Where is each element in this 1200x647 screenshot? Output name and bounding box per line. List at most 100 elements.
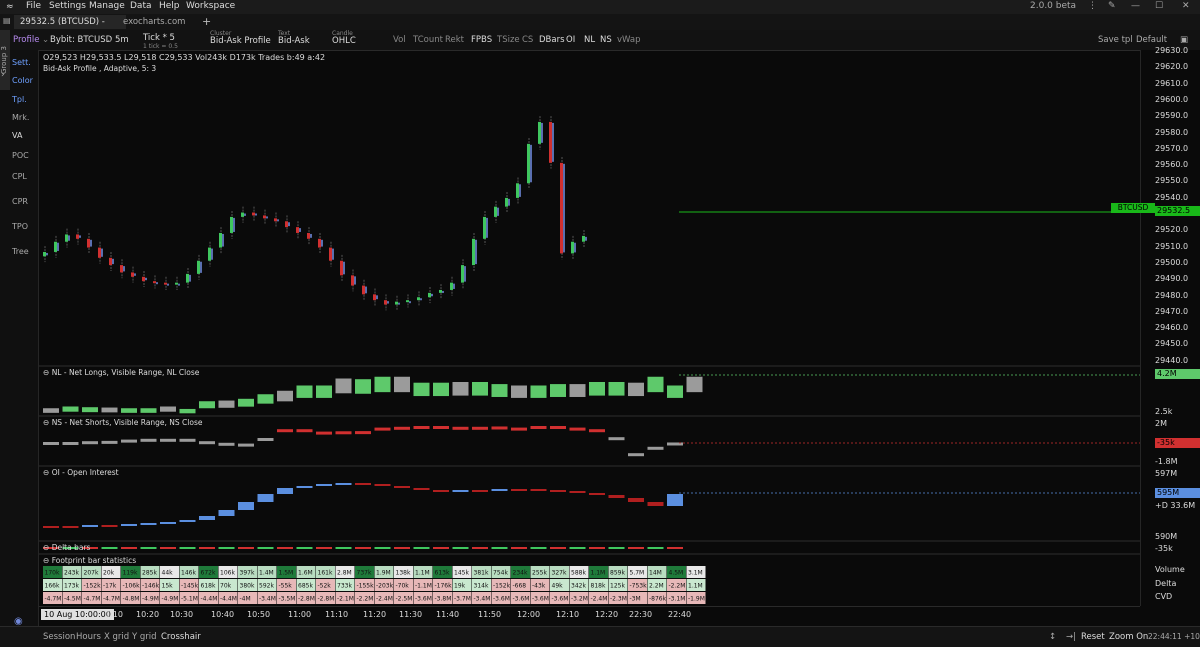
footprint-cell-text: -1.9M <box>688 596 705 603</box>
price-axis-label: 29540.0 <box>1155 192 1189 202</box>
toggle-tcount[interactable]: TCount <box>413 30 443 50</box>
chart-area[interactable]: 170k 243k 207k 20k 119k 285k 44k 146k 672k 106k 39… <box>39 50 1140 606</box>
time-axis[interactable]: 10 Aug 10:00:00 0:10 10:20 10:30 10:40 10:50… <box>39 606 1140 627</box>
sidebar-item-markers[interactable]: Mrk. <box>12 113 29 122</box>
toggle-cs[interactable]: CS <box>522 30 533 50</box>
panel-collapse-icon[interactable]: ⊖ <box>43 368 49 377</box>
cluster-select[interactable]: Bid-Ask Profile <box>210 34 271 48</box>
new-tab-button[interactable]: + <box>196 15 217 29</box>
price-axis-label: 29630.0 <box>1155 46 1189 55</box>
toggle-tsize[interactable]: TSize <box>497 30 520 50</box>
tab-exocharts[interactable]: exocharts.com <box>117 15 189 29</box>
toggle-vol[interactable]: Vol <box>393 30 406 50</box>
vertical-scale-icon[interactable]: ↕ <box>1049 627 1056 647</box>
zoom-toggle[interactable]: Zoom On <box>1109 627 1148 647</box>
delta-bar <box>608 547 625 549</box>
menu-help[interactable]: Help <box>159 1 180 11</box>
symbol-select[interactable]: Bybit: BTCUSD <box>50 30 112 50</box>
time-axis-label: 0:10 <box>105 610 123 619</box>
candle-bid-profile <box>384 300 387 305</box>
maximize-icon[interactable]: ☐ <box>1155 1 1163 11</box>
toggle-nl[interactable]: NL <box>584 30 595 50</box>
nl-bar <box>277 390 293 402</box>
text-select[interactable]: Bid-Ask <box>278 34 310 48</box>
sidebar-item-settings[interactable]: Sett. <box>12 58 31 67</box>
oi-bar <box>43 526 59 528</box>
footprint-cell-text: -2.3M <box>610 596 627 603</box>
time-axis-label: 11:20 <box>363 610 387 619</box>
sidebar-item-color[interactable]: Color <box>12 76 33 85</box>
footprint-cell-text: -5.1M <box>181 596 198 603</box>
ns-bar <box>374 427 391 431</box>
panel-collapse-icon[interactable]: ⊖ <box>43 468 49 477</box>
time-axis-label: 22:30 <box>629 610 653 619</box>
group-strip[interactable]: Group 3 <box>0 30 10 90</box>
candle-bid-profile <box>219 232 222 248</box>
oi-bar <box>218 510 235 516</box>
sidebar-item-cpl[interactable]: CPL <box>12 172 27 181</box>
ygrid-toggle[interactable]: Y grid <box>132 627 157 647</box>
oi-bar <box>101 525 118 527</box>
panel-collapse-icon[interactable]: ⊖ <box>43 418 49 427</box>
sidebar-item-tpo[interactable]: TPO <box>12 222 28 231</box>
footprint-cell-text: -145k <box>181 583 199 590</box>
candle-ask-profile <box>57 242 59 251</box>
toggle-fpbs[interactable]: FPBS <box>471 30 492 50</box>
sidebar-item-cpr[interactable]: CPR <box>12 197 28 206</box>
toggle-oi[interactable]: OI <box>566 30 575 50</box>
footprint-cell-text: 342k <box>571 583 586 590</box>
menu-manage[interactable]: Manage <box>89 1 125 11</box>
toggle-vwap[interactable]: vWap <box>617 30 641 50</box>
nl-bar <box>296 385 313 398</box>
toggle-ns[interactable]: NS <box>600 30 612 50</box>
sidebar-item-va[interactable]: VA <box>12 131 22 140</box>
time-axis-label: 10:30 <box>170 610 194 619</box>
pin-icon[interactable]: ✎ <box>1108 1 1116 11</box>
scroll-end-icon[interactable]: →| <box>1066 627 1076 647</box>
sidebar-item-template[interactable]: Tpl. <box>12 95 27 104</box>
candle-ask-profile <box>387 301 389 304</box>
nl-bar <box>569 384 586 397</box>
close-icon[interactable]: ✕ <box>1182 1 1190 11</box>
footprint-cell-text: 2.2M <box>649 583 664 590</box>
reset-button[interactable]: Reset <box>1081 627 1105 647</box>
panel-collapse-icon[interactable]: ⊖ <box>43 556 49 565</box>
crosshair-toggle[interactable]: Crosshair <box>161 627 201 647</box>
candle-select[interactable]: OHLC <box>332 34 356 48</box>
tab-btcusd[interactable]: 29532.5 (BTCUSD) - Ex... <box>14 15 126 41</box>
menu-settings[interactable]: Settings <box>49 1 86 11</box>
candle-bid-profile <box>153 281 156 284</box>
hours-toggle[interactable]: Hours <box>76 627 101 647</box>
candle-bid-profile <box>483 216 486 239</box>
oi-bar <box>608 495 625 498</box>
candle-ask-profile <box>563 163 565 253</box>
toolbar: Profile ⌄ Bybit: BTCUSD ⌄ 5m Tick * 5 1 … <box>0 30 1200 51</box>
footprint-cell-text: 1.5M <box>279 570 294 577</box>
menu-workspace[interactable]: Workspace <box>186 1 235 11</box>
profile-button[interactable]: Profile <box>13 30 39 50</box>
footprint-cell-text: -4M <box>240 596 251 603</box>
xgrid-toggle[interactable]: X grid <box>104 627 129 647</box>
delta-bar <box>491 547 508 549</box>
sidebar-item-tree[interactable]: Tree <box>12 247 29 256</box>
session-toggle[interactable]: Session <box>43 627 75 647</box>
toggle-rekt[interactable]: Rekt <box>445 30 464 50</box>
ns-bar <box>257 438 274 441</box>
oi-bar <box>413 488 430 490</box>
expand-arrow-icon[interactable]: › <box>1 70 5 80</box>
chart-canvas[interactable]: 170k 243k 207k 20k 119k 285k 44k 146k 672k 106k 39… <box>39 50 1140 606</box>
oi-bar <box>550 490 566 492</box>
delta-bar <box>569 547 586 549</box>
panel-collapse-icon[interactable]: ⊖ <box>43 543 49 552</box>
menu-data[interactable]: Data <box>130 1 152 11</box>
minimize-icon[interactable]: — <box>1131 1 1140 11</box>
toggle-dbars[interactable]: DBars <box>539 30 565 50</box>
candle-ask-profile <box>200 261 202 273</box>
timeframe-select[interactable]: 5m <box>115 30 129 50</box>
price-axis[interactable]: 29630.0 29620.0 29610.0 29600.0 29590.0 29580… <box>1111 46 1200 606</box>
time-axis-label: 11:40 <box>436 610 460 619</box>
sidebar-item-poc[interactable]: POC <box>12 151 29 160</box>
window-menu-icon[interactable]: ⋮ <box>1088 1 1097 11</box>
menu-file[interactable]: File <box>26 1 41 11</box>
save-template-button[interactable]: Save tpl <box>1098 30 1133 50</box>
